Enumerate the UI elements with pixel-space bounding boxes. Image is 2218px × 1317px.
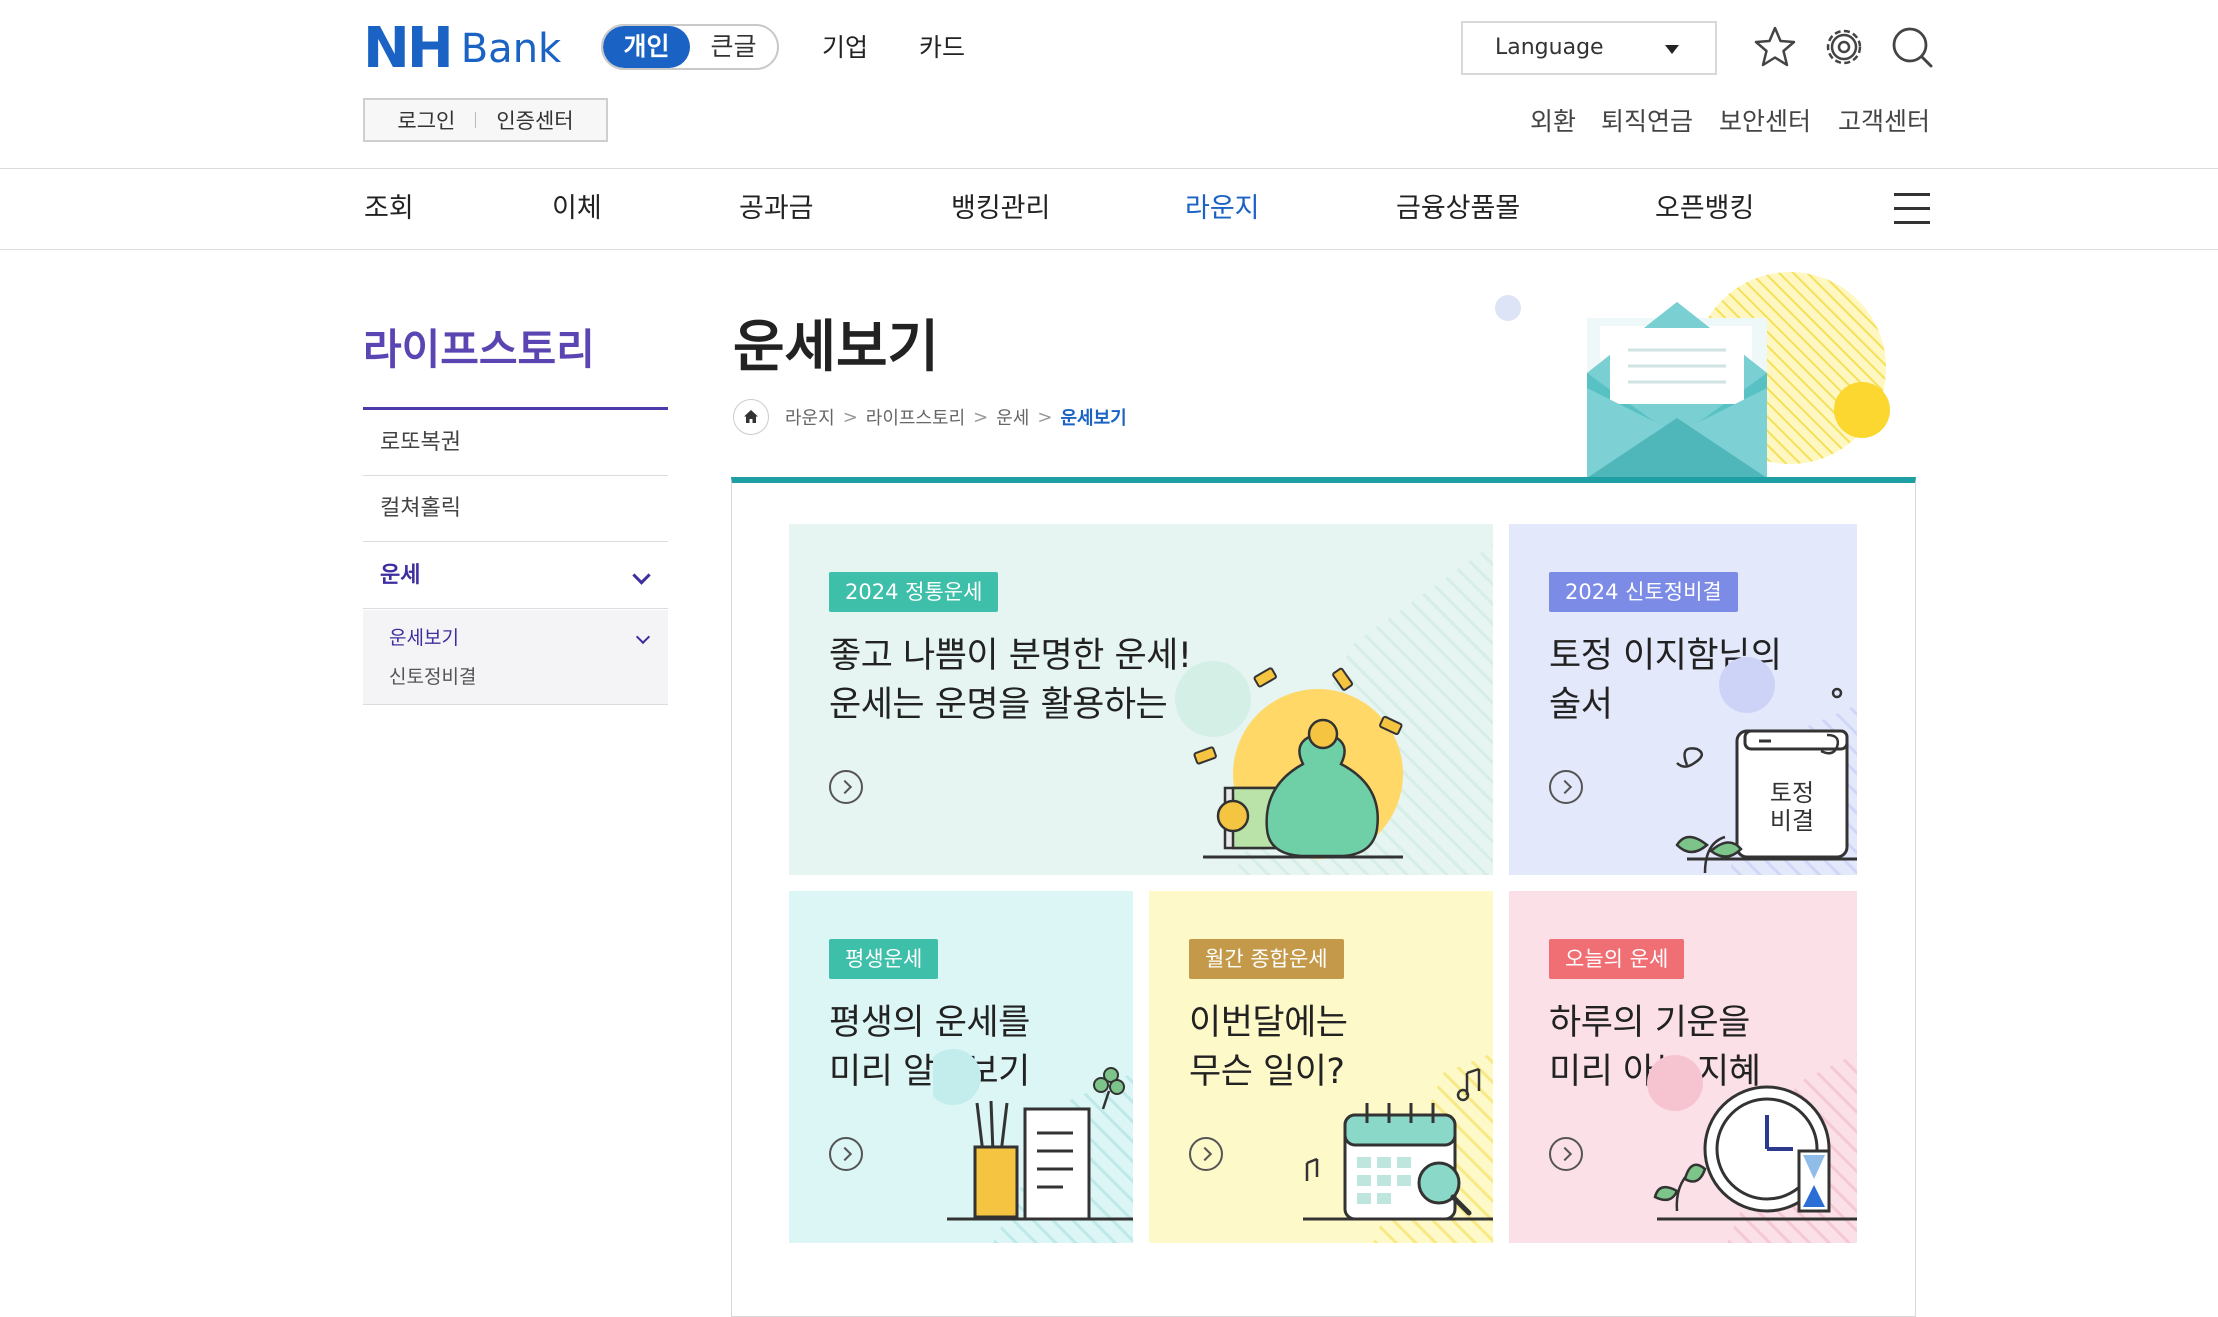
sidebar-item-lotto[interactable]: 로또복권 xyxy=(363,410,668,476)
breadcrumb-separator: > xyxy=(973,406,989,428)
envelope-illustration xyxy=(1495,272,1890,478)
top-link-corporate[interactable]: 기업 xyxy=(822,28,868,68)
header-divider xyxy=(0,168,2218,169)
chevron-down-icon xyxy=(635,629,651,645)
arrow-right-circle-icon[interactable] xyxy=(1549,770,1583,804)
pencil-cup-icon xyxy=(933,1049,1133,1243)
gnb-item-lounge[interactable]: 라운지 xyxy=(1185,189,1260,229)
util-link-security[interactable]: 보안센터 xyxy=(1719,104,1811,140)
top-link-card[interactable]: 카드 xyxy=(919,28,965,68)
gnb-divider xyxy=(0,249,2218,250)
card-traditional-fortune[interactable]: 2024 정통운세 좋고 나쁨이 분명한 운세! 운세는 운명을 활용하는 것 xyxy=(789,524,1493,875)
card-text-line: 운세는 운명을 활용하는 것 xyxy=(829,685,1210,725)
card-today-fortune[interactable]: 오늘의 운세 하루의 기운을 미리 아는 지혜 xyxy=(1509,891,1857,1243)
arrow-right-circle-icon[interactable] xyxy=(829,1137,863,1171)
chevron-down-icon xyxy=(632,566,651,585)
gnb-item-banking-mgmt[interactable]: 뱅킹관리 xyxy=(951,189,1050,229)
personal-largefont-toggle: 개인 큰글 xyxy=(601,24,779,70)
money-bag-icon xyxy=(1175,544,1493,875)
sidebar-submenu: 운세보기 신토정비결 xyxy=(363,610,668,705)
gnb-item-transfer[interactable]: 이체 xyxy=(552,189,602,229)
card-monthly-fortune[interactable]: 월간 종합운세 이번달에는 무슨 일이? xyxy=(1149,891,1493,1243)
arrow-right-circle-icon[interactable] xyxy=(1189,1137,1223,1171)
logo-text: NH xyxy=(363,16,454,81)
util-link-customer[interactable]: 고객센터 xyxy=(1838,104,1930,140)
gnb-item-open-banking[interactable]: 오픈뱅킹 xyxy=(1655,189,1754,229)
card-tag: 2024 정통운세 xyxy=(829,572,999,612)
gear-icon[interactable] xyxy=(1821,24,1867,70)
language-select[interactable]: Language xyxy=(1461,21,1717,75)
breadcrumb: 라운지 > 라이프스토리 > 운세 > 운세보기 xyxy=(733,398,1127,436)
breadcrumb-item[interactable]: 운세 xyxy=(996,404,1029,430)
segment-large-font[interactable]: 큰글 xyxy=(690,26,777,68)
book-icon: 토정 비결 xyxy=(1675,657,1857,875)
hamburger-icon[interactable] xyxy=(1894,193,1930,225)
card-text-line: 하루의 기운을 xyxy=(1549,1003,1750,1043)
home-icon[interactable] xyxy=(733,399,769,435)
arrow-right-circle-icon[interactable] xyxy=(829,770,863,804)
card-tojeong-fortune[interactable]: 2024 신토정비결 토정 이지함님의 술서 토정 비결 xyxy=(1509,524,1857,875)
gnb-item-inquiry[interactable]: 조회 xyxy=(364,189,414,229)
breadcrumb-current: 운세보기 xyxy=(1060,408,1127,429)
breadcrumb-separator: > xyxy=(1037,406,1053,428)
gnb-item-product-mall[interactable]: 금융상품몰 xyxy=(1396,189,1520,229)
book-label: 비결 xyxy=(1770,807,1814,835)
util-link-forex[interactable]: 외환 xyxy=(1530,104,1576,140)
breadcrumb-item[interactable]: 라이프스토리 xyxy=(866,404,965,430)
card-tag: 평생운세 xyxy=(829,939,939,979)
card-text-line: 이번달에는 xyxy=(1189,1003,1348,1043)
card-text: 좋고 나쁨이 분명한 운세! 운세는 운명을 활용하는 것 xyxy=(829,632,1210,730)
sidebar-title: 라이프스토리 xyxy=(363,325,595,374)
card-tag: 월간 종합운세 xyxy=(1189,939,1344,979)
calendar-icon xyxy=(1303,1053,1493,1243)
sidebar-item-label: 운세 xyxy=(380,563,421,588)
login-link[interactable]: 로그인 xyxy=(397,105,455,135)
card-text-line: 평생의 운세를 xyxy=(829,1003,1030,1043)
breadcrumb-item[interactable]: 라운지 xyxy=(785,404,835,430)
logo-sub-text: Bank xyxy=(460,26,562,72)
auth-box: 로그인 인증센터 xyxy=(363,98,608,142)
language-label: Language xyxy=(1495,35,1604,60)
util-link-pension[interactable]: 퇴직연금 xyxy=(1601,104,1693,140)
search-icon[interactable] xyxy=(1889,24,1935,70)
clock-icon xyxy=(1647,1053,1857,1243)
segment-personal[interactable]: 개인 xyxy=(603,26,690,68)
caret-down-icon xyxy=(1665,45,1679,54)
card-lifetime-fortune[interactable]: 평생운세 평생의 운세를 미리 알아보기 xyxy=(789,891,1133,1243)
sidebar-item-fortune[interactable]: 운세 xyxy=(363,543,668,609)
book-label: 토정 xyxy=(1770,779,1814,807)
breadcrumb-separator: > xyxy=(842,406,858,428)
sidebar-item-culture[interactable]: 컬쳐홀릭 xyxy=(363,476,668,542)
page-title: 운세보기 xyxy=(733,315,940,380)
sidebar-sub-item-fortune-view[interactable]: 운세보기 xyxy=(389,624,459,652)
cert-center-link[interactable]: 인증센터 xyxy=(496,105,573,135)
arrow-right-circle-icon[interactable] xyxy=(1549,1137,1583,1171)
card-tag: 2024 신토정비결 xyxy=(1549,572,1738,612)
star-icon[interactable] xyxy=(1752,24,1798,70)
card-tag: 오늘의 운세 xyxy=(1549,939,1685,979)
sidebar-sub-item-tojeong[interactable]: 신토정비결 xyxy=(389,663,476,691)
card-text-line: 좋고 나쁨이 분명한 운세! xyxy=(829,636,1192,676)
gnb-item-utility[interactable]: 공과금 xyxy=(739,189,814,229)
nh-bank-logo[interactable]: NH Bank xyxy=(363,16,562,81)
divider xyxy=(475,112,477,128)
